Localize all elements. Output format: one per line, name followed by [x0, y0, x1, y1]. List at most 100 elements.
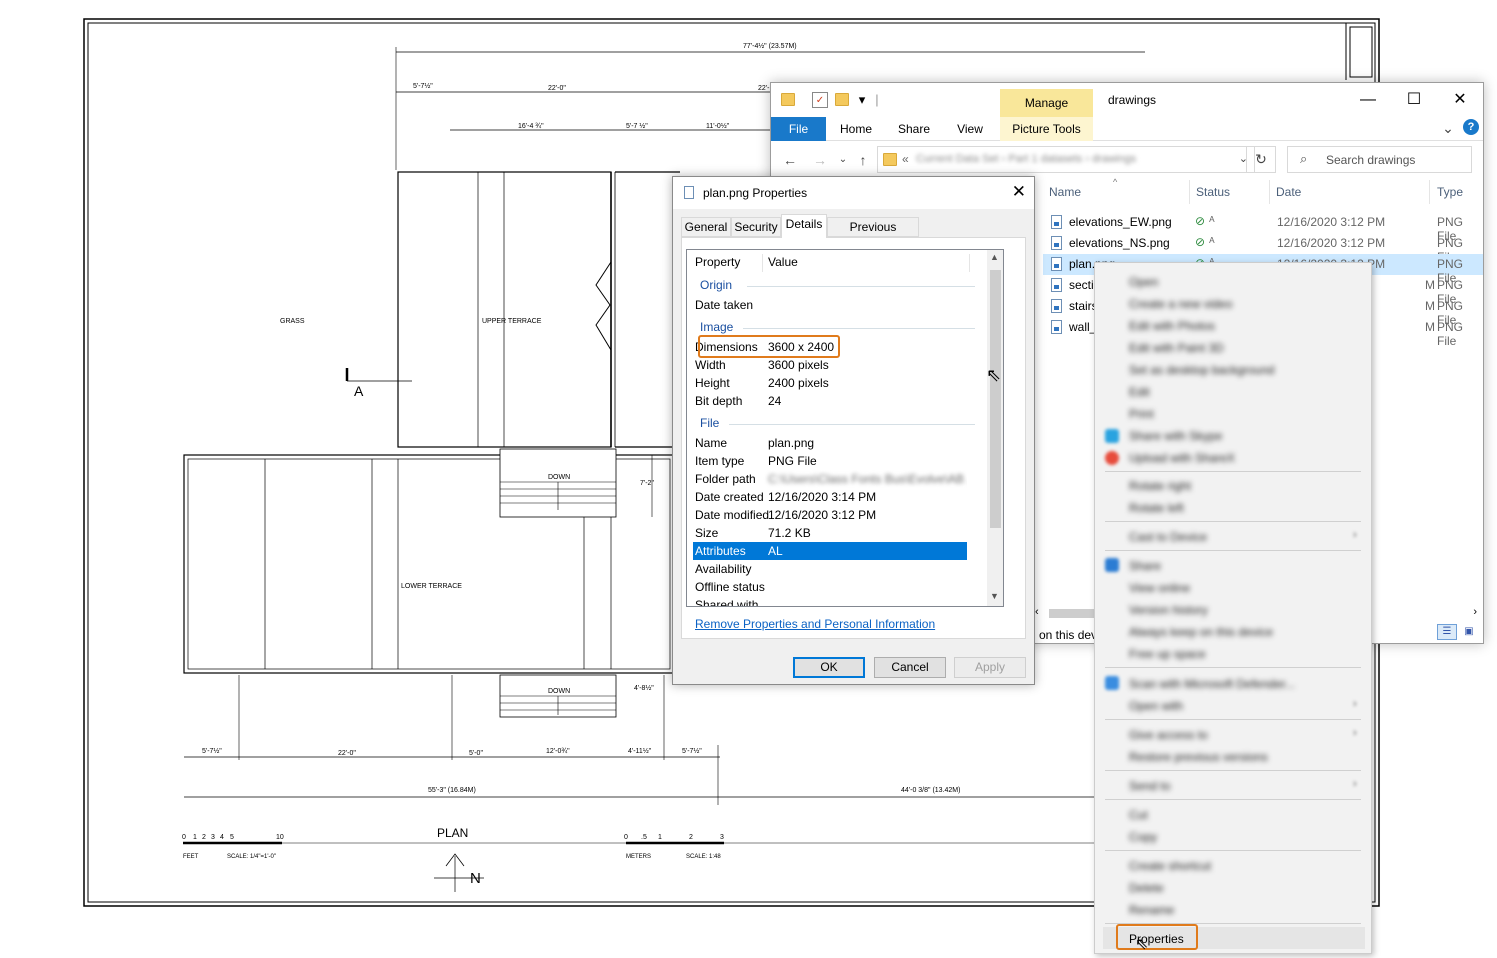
large-icons-view-icon[interactable]: ▣ [1459, 624, 1479, 640]
svg-text:4'-8½": 4'-8½" [634, 684, 654, 692]
up-arrow-icon[interactable]: ↑ [854, 151, 872, 169]
menu-item-create-video[interactable]: Create a new video [1129, 297, 1232, 311]
menu-item-give-access[interactable]: Give access to [1129, 728, 1208, 742]
vertical-scrollbar[interactable]: ▲ ▼ [987, 250, 1003, 606]
menu-item-scan-defender[interactable]: Scan with Microsoft Defender... [1129, 677, 1295, 691]
menu-item-set-background[interactable]: Set as desktop background [1129, 363, 1274, 377]
close-icon[interactable]: ✕ [1012, 182, 1026, 202]
menu-item-create-shortcut[interactable]: Create shortcut [1129, 859, 1211, 873]
menu-item-free-up-space[interactable]: Free up space [1129, 647, 1206, 661]
menu-item-version-history[interactable]: Version history [1129, 603, 1208, 617]
column-divider[interactable] [969, 254, 970, 272]
menu-item-copy[interactable]: Copy [1129, 830, 1157, 844]
property-row[interactable]: Date modified 12/16/2020 3:12 PM [693, 506, 967, 524]
tab-picture-tools[interactable]: Picture Tools [1000, 117, 1093, 141]
menu-item-share-skype[interactable]: Share with Skype [1129, 429, 1222, 443]
menu-item-always-keep[interactable]: Always keep on this device [1129, 625, 1273, 639]
menu-item-rotate-left[interactable]: Rotate left [1129, 501, 1184, 515]
new-folder-icon[interactable] [835, 93, 849, 106]
details-view-icon[interactable]: ☰ [1437, 624, 1457, 640]
menu-item-delete[interactable]: Delete [1129, 881, 1164, 895]
forward-arrow-icon[interactable]: → [811, 151, 829, 169]
menu-item-rename[interactable]: Rename [1129, 903, 1174, 917]
minimize-icon[interactable]: — [1345, 87, 1391, 113]
file-row[interactable]: elevations_NS.png ⊘ ᴬ 12/16/2020 3:12 PM … [1043, 233, 1483, 264]
property-row[interactable]: Folder path C:\Users\Class Fonts Bus\Evol… [693, 470, 967, 488]
menu-item-cut[interactable]: Cut [1129, 808, 1148, 822]
back-arrow-icon[interactable]: ← [781, 151, 799, 169]
expand-ribbon-icon[interactable]: ⌄ [1439, 119, 1457, 137]
menu-item-send-to[interactable]: Send to [1129, 779, 1170, 793]
property-row[interactable]: Bit depth 24 [693, 392, 967, 410]
tab-general[interactable]: General [681, 217, 731, 237]
menu-item-upload-sharex[interactable]: Upload with ShareX [1129, 451, 1235, 465]
remove-properties-link[interactable]: Remove Properties and Personal Informati… [695, 617, 935, 631]
column-divider[interactable] [1189, 180, 1190, 204]
recent-locations-icon[interactable]: ⌄ [834, 151, 852, 169]
column-divider[interactable] [762, 254, 763, 272]
properties-quick-access-icon[interactable]: ✓ [812, 92, 828, 108]
apply-button[interactable]: Apply [954, 657, 1026, 678]
window-title: drawings [1108, 93, 1157, 107]
maximize-icon[interactable]: ☐ [1391, 87, 1437, 113]
refresh-icon[interactable]: ↻ [1246, 146, 1276, 173]
scroll-down-icon[interactable]: ▼ [990, 591, 999, 601]
png-file-icon [1051, 299, 1062, 313]
property-row[interactable]: Offline status [693, 578, 967, 596]
menu-item-restore-versions[interactable]: Restore previous versions [1129, 750, 1268, 764]
search-input[interactable]: ⌕ Search drawings [1287, 146, 1472, 173]
address-overflow[interactable]: « [902, 152, 909, 166]
property-row[interactable]: Availability [693, 560, 967, 578]
tab-view[interactable]: View [949, 117, 991, 141]
svg-text:5'-7½": 5'-7½" [413, 82, 433, 90]
tab-details[interactable]: Details [781, 214, 827, 238]
column-header-date[interactable]: Date [1276, 185, 1301, 199]
menu-item-cast[interactable]: Cast to Device [1129, 530, 1207, 544]
property-row[interactable]: Width 3600 pixels [693, 356, 967, 374]
tab-home[interactable]: Home [833, 117, 879, 141]
tab-previous-versions[interactable]: Previous Versions [827, 217, 919, 253]
address-bar[interactable]: « Current Data Set › Part 1 datasets › d… [877, 146, 1255, 173]
tab-manage[interactable]: Manage [1000, 89, 1093, 117]
menu-item-rotate-right[interactable]: Rotate right [1129, 479, 1191, 493]
cancel-button[interactable]: Cancel [874, 657, 946, 678]
tab-file[interactable]: File [771, 117, 826, 141]
menu-item-edit-paint3d[interactable]: Edit with Paint 3D [1129, 341, 1224, 355]
property-list[interactable]: Property Value Origin Date taken Image D… [686, 249, 1004, 607]
lower-terrace-label: LOWER TERRACE [401, 583, 462, 590]
property-row[interactable]: Item type PNG File [693, 452, 967, 470]
column-header-value[interactable]: Value [768, 250, 798, 274]
menu-item-share[interactable]: Share [1129, 559, 1161, 573]
section-mark: A [354, 383, 364, 399]
file-row[interactable]: elevations_EW.png ⊘ ᴬ 12/16/2020 3:12 PM … [1043, 212, 1483, 243]
property-row[interactable]: Height 2400 pixels [693, 374, 967, 392]
menu-item-open-with[interactable]: Open with [1129, 699, 1183, 713]
menu-item-edit-photos[interactable]: Edit with Photos [1129, 319, 1215, 333]
property-row[interactable]: Date taken [693, 296, 967, 314]
menu-item-edit[interactable]: Edit [1129, 385, 1150, 399]
column-header-property[interactable]: Property [695, 250, 740, 274]
scroll-up-icon[interactable]: ▲ [990, 252, 999, 262]
close-icon[interactable]: ✕ [1437, 87, 1483, 113]
property-row[interactable]: Shared with [693, 596, 967, 606]
ok-button[interactable]: OK [793, 657, 865, 678]
scroll-right-icon[interactable]: › [1473, 606, 1477, 618]
column-header-name[interactable]: Name [1049, 185, 1081, 199]
column-divider[interactable] [1429, 180, 1430, 204]
menu-item-view-online[interactable]: View online [1129, 581, 1190, 595]
property-row[interactable]: Name plan.png [693, 434, 967, 452]
menu-item-print[interactable]: Print [1129, 407, 1154, 421]
property-row-selected[interactable]: Attributes AL [693, 542, 967, 560]
property-row[interactable]: Size 71.2 KB [693, 524, 967, 542]
column-header-status[interactable]: Status [1196, 185, 1230, 199]
tab-share[interactable]: Share [891, 117, 937, 141]
tab-security[interactable]: Security [731, 217, 781, 237]
customize-quick-access-icon[interactable]: ▾ [854, 92, 870, 108]
menu-item-open[interactable]: Open [1129, 275, 1158, 289]
column-header-type[interactable]: Type [1437, 185, 1463, 199]
property-row[interactable]: Date created 12/16/2020 3:14 PM [693, 488, 967, 506]
scrollbar-thumb[interactable] [990, 270, 1001, 528]
scroll-left-icon[interactable]: ‹ [1035, 606, 1039, 618]
column-divider[interactable] [1269, 180, 1270, 204]
help-icon[interactable]: ? [1463, 119, 1479, 135]
